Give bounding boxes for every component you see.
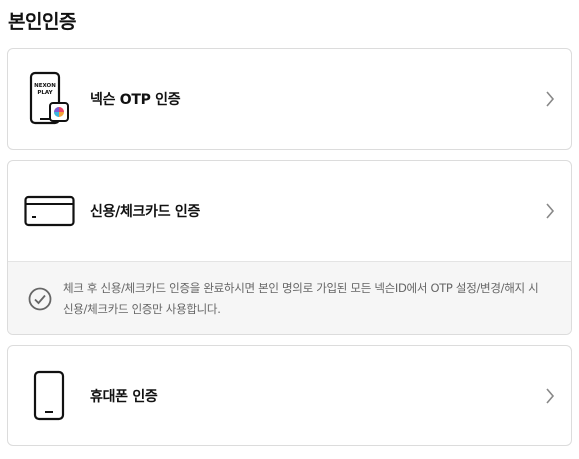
phone-otp-icon: NEXON PLAY <box>24 49 74 149</box>
credit-card-icon <box>24 161 76 261</box>
check-circle-icon[interactable] <box>28 287 52 315</box>
otp-icon-text-line2: PLAY <box>37 90 53 96</box>
credit-card-auth-label: 신용/체크카드 인증 <box>90 204 201 220</box>
mobile-phone-icon <box>24 346 76 445</box>
credit-card-auth-option[interactable]: 신용/체크카드 인증 <box>8 161 571 261</box>
chevron-right-icon <box>545 203 555 223</box>
phone-auth-option[interactable]: 휴대폰 인증 <box>8 346 571 445</box>
otp-icon-text-line1: NEXON <box>34 83 56 89</box>
chevron-right-icon <box>545 91 555 111</box>
phone-auth-card: 휴대폰 인증 <box>7 345 572 446</box>
otp-auth-card: NEXON PLAY 넥슨 OTP 인증 <box>7 48 572 150</box>
credit-card-auth-card: 신용/체크카드 인증 체크 후 신용/체크카드 인증을 완료하시면 본인 명의로… <box>7 160 572 335</box>
credit-card-notice: 체크 후 신용/체크카드 인증을 완료하시면 본인 명의로 가입된 모든 넥슨I… <box>8 261 571 334</box>
credit-card-notice-text: 체크 후 신용/체크카드 인증을 완료하시면 본인 명의로 가입된 모든 넥슨I… <box>63 281 539 316</box>
otp-auth-label: 넥슨 OTP 인증 <box>90 92 181 108</box>
page-title: 본인인증 <box>8 11 76 33</box>
otp-auth-option[interactable]: NEXON PLAY 넥슨 OTP 인증 <box>8 49 571 149</box>
chevron-right-icon <box>545 387 555 408</box>
phone-auth-label: 휴대폰 인증 <box>90 388 158 405</box>
